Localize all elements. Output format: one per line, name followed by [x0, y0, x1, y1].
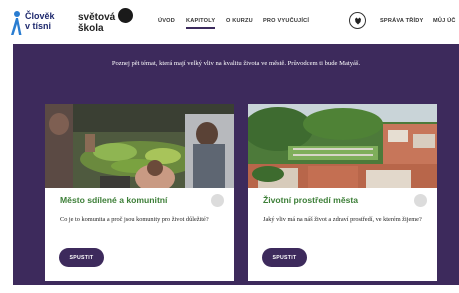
globe-dot-icon: [118, 8, 133, 23]
nav-sprava-tridy[interactable]: SPRÁVA TŘÍDY: [380, 18, 423, 24]
logo-text: Člověk v tísni: [25, 11, 67, 31]
card-description: Co je to komunita a proč jsou komunity p…: [60, 216, 209, 223]
logo2-line-2: škola: [78, 23, 104, 34]
card-title: Město sdílené a komunitní: [60, 195, 168, 205]
chapter-card-2: Životní prostředí města Jaký vliv má na …: [248, 104, 437, 281]
start-button[interactable]: SPUSTIT: [262, 248, 307, 267]
status-dot-icon: [211, 194, 224, 207]
nav-pro-vyucujici[interactable]: PRO VYUČUJÍCÍ: [263, 18, 309, 24]
start-button[interactable]: SPUSTIT: [59, 248, 104, 267]
logo2-line-1: světová: [78, 12, 116, 23]
nav-kapitoly[interactable]: KAPITOLY: [186, 18, 216, 29]
nav-uvod[interactable]: ÚVOD: [158, 18, 175, 24]
logo-line-2: v tísni: [25, 21, 52, 31]
city-environment-photo: [248, 104, 437, 188]
svetova-skola-text: světová škola: [78, 12, 118, 34]
nav-muj-ucet[interactable]: MŮJ ÚČ: [433, 18, 456, 24]
shield-crest-icon[interactable]: [349, 12, 366, 29]
card-title: Životní prostředí města: [263, 195, 359, 205]
community-photo: [45, 104, 234, 188]
chapter-card-1: Město sdílené a komunitní Co je to komun…: [45, 104, 234, 281]
person-logo-icon: [11, 11, 22, 35]
card-description: Jaký vliv má na náš život a zdraví prost…: [263, 216, 422, 223]
site-header: Člověk v tísni světová škola ÚVOD KAPITO…: [0, 0, 459, 44]
crest-glyph-icon: [354, 17, 361, 24]
status-dot-icon: [414, 194, 427, 207]
nav-o-kurzu[interactable]: O KURZU: [226, 18, 253, 24]
intro-text: Poznej pět témat, která mají velký vliv …: [111, 60, 361, 67]
logo-line-1: Člověk: [25, 11, 55, 21]
